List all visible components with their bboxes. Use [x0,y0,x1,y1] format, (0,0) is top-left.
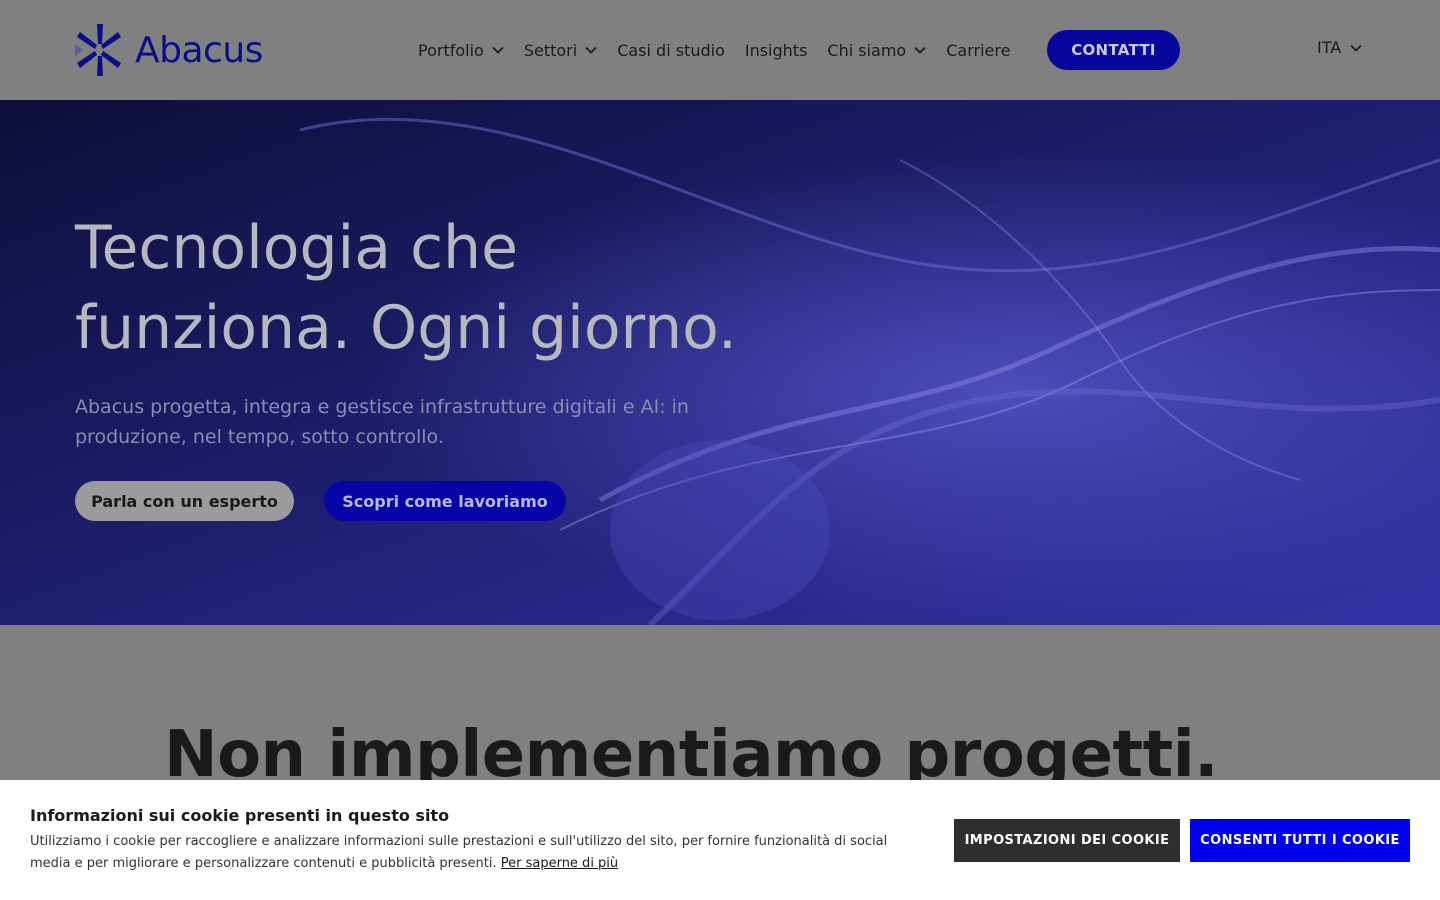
site-header: Abacus Portfolio Settori Casi di studio … [0,0,1440,100]
cookie-description: Utilizziamo i cookie per raccogliere e a… [30,834,888,871]
chevron-down-icon [585,46,597,54]
abacus-logo-icon [75,24,121,76]
logo-text: Abacus [135,29,263,71]
nav-item-insights[interactable]: Insights [745,41,808,60]
cookie-text: Utilizziamo i cookie per raccogliere e a… [30,831,910,875]
discover-how-button[interactable]: Scopri come lavoriamo [324,481,566,521]
talk-to-expert-button[interactable]: Parla con un esperto [75,481,294,521]
nav-item-portfolio[interactable]: Portfolio [418,41,504,60]
nav-item-casi-di-studio[interactable]: Casi di studio [617,41,725,60]
language-label: ITA [1317,38,1342,57]
nav-item-carriere[interactable]: Carriere [946,41,1010,60]
nav-item-settori[interactable]: Settori [524,41,597,60]
nav-item-chi-siamo[interactable]: Chi siamo [827,41,926,60]
hero-title-line1: Tecnologia che [75,213,518,283]
nav-label: Portfolio [418,40,484,60]
cookie-banner: Informazioni sui cookie presenti in ques… [0,780,1440,900]
nav-label: Casi di studio [617,40,725,60]
hero-title-line2: funziona. Ogni giorno. [75,293,737,363]
main-nav: Portfolio Settori Casi di studio Insight… [418,30,1030,70]
chevron-down-icon [914,46,926,54]
nav-label: Settori [523,40,578,60]
nav-label: Carriere [946,40,1011,60]
hero-section: Tecnologia che funziona. Ogni giorno. Ab… [0,100,1440,625]
logo[interactable]: Abacus [75,24,263,76]
language-selector[interactable]: ITA [1317,38,1362,57]
cookie-title: Informazioni sui cookie presenti in ques… [30,806,450,825]
hero-subtitle: Abacus progetta, integra e gestisce infr… [75,396,689,448]
chevron-down-icon [1350,44,1362,52]
learn-more-link[interactable]: Per saperne di più [501,856,618,871]
cookie-settings-button[interactable]: IMPOSTAZIONI DEI COOKIE [954,819,1180,862]
chevron-down-icon [492,46,504,54]
contact-button[interactable]: CONTATTI [1047,30,1180,70]
hero-title: Tecnologia che funziona. Ogni giorno. [75,208,775,368]
nav-label: Insights [744,40,808,60]
nav-label: Chi siamo [827,40,907,60]
accept-all-cookies-button[interactable]: CONSENTI TUTTI I COOKIE [1190,819,1410,862]
